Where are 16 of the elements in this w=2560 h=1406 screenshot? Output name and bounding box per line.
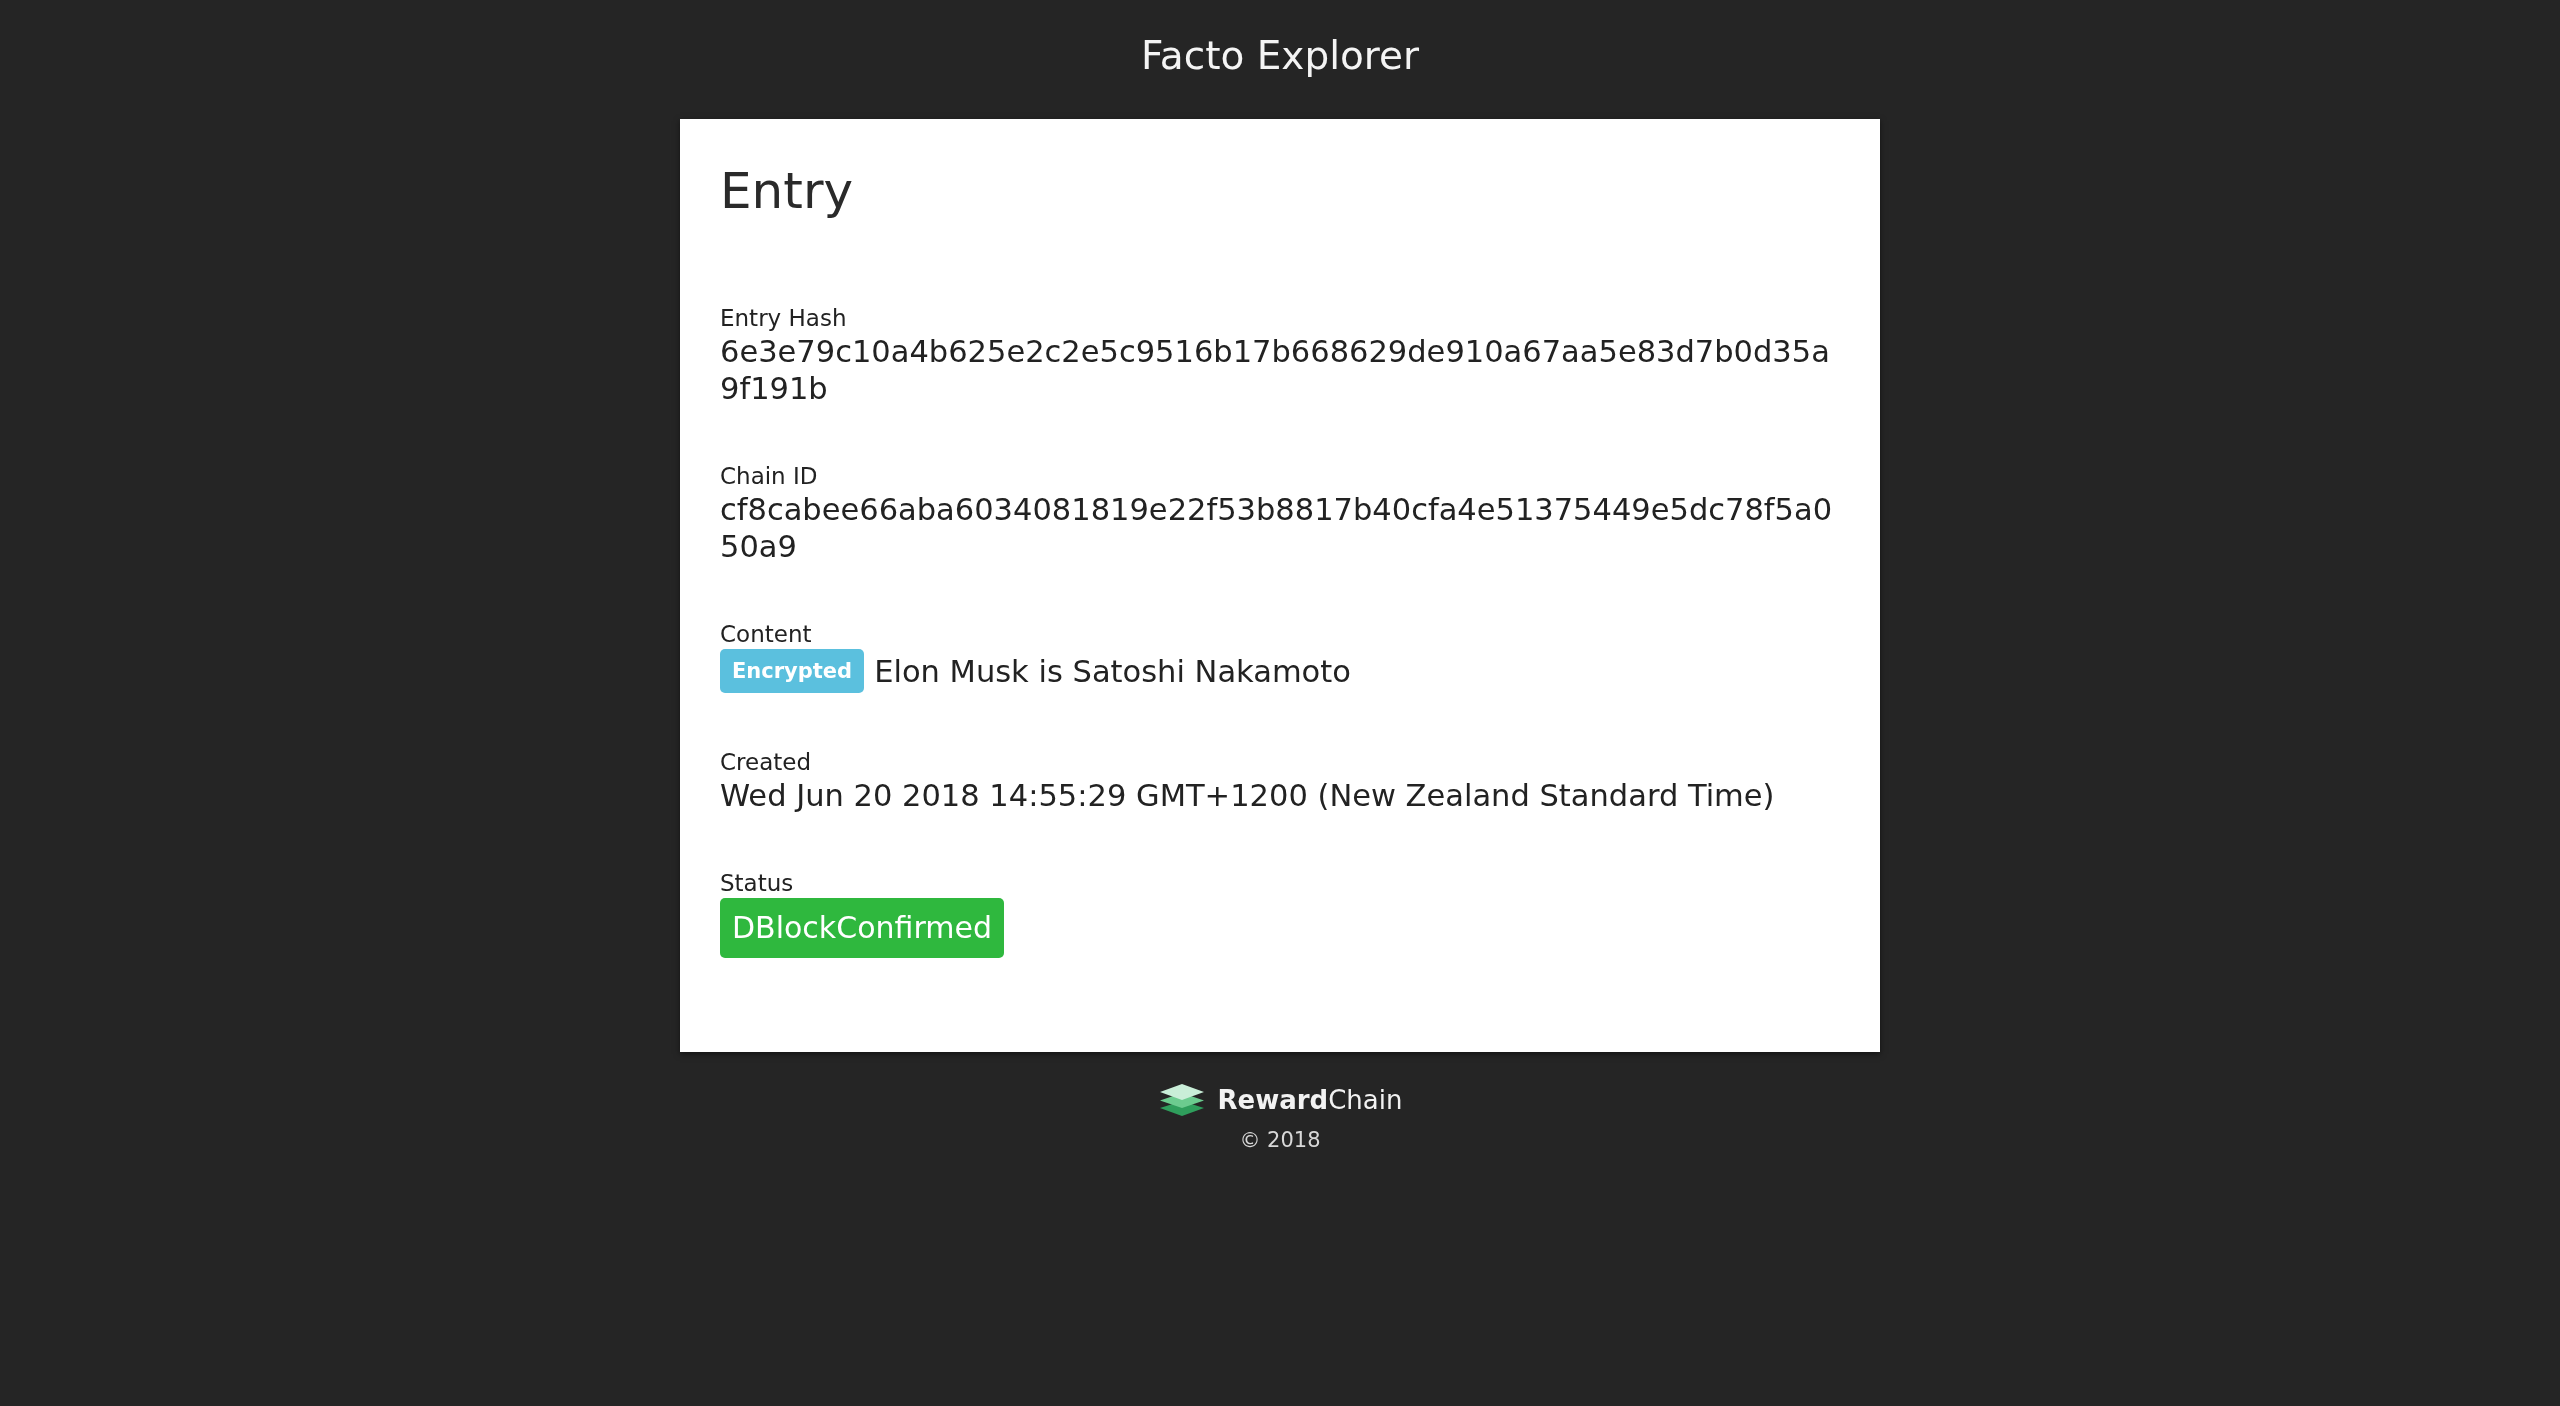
page-heading: Entry bbox=[720, 161, 854, 222]
status-badge: DBlockConfirmed bbox=[720, 898, 1004, 958]
field-value: cf8cabee66aba6034081819e22f53b8817b40cfa4e51375449e5dc78f5a050a9 bbox=[720, 491, 1834, 565]
app-title: Facto Explorer bbox=[1140, 32, 1420, 80]
content-tag: Encrypted bbox=[720, 649, 865, 693]
copyright-text: © 2018 bbox=[1239, 1127, 1321, 1154]
field-label: Entry Hash bbox=[720, 304, 847, 333]
field-label: Status bbox=[720, 869, 794, 898]
brand-name: RewardChain bbox=[1217, 1084, 1403, 1117]
field-label: Created bbox=[720, 748, 812, 777]
field-value: 6e3e79c10a4b625e2c2e5c9516b17b668629de910a67aa5e83d7b0d35a9f191b bbox=[720, 333, 1831, 407]
field-value: Wed Jun 20 2018 14:55:29 GMT+1200 (New Zealand Standard Time) bbox=[720, 777, 1775, 814]
field-value: Elon Musk is Satoshi Nakamoto bbox=[874, 652, 1351, 690]
layers-icon bbox=[1157, 1083, 1206, 1117]
field-label: Content bbox=[720, 620, 812, 649]
field-label: Chain ID bbox=[720, 462, 818, 491]
